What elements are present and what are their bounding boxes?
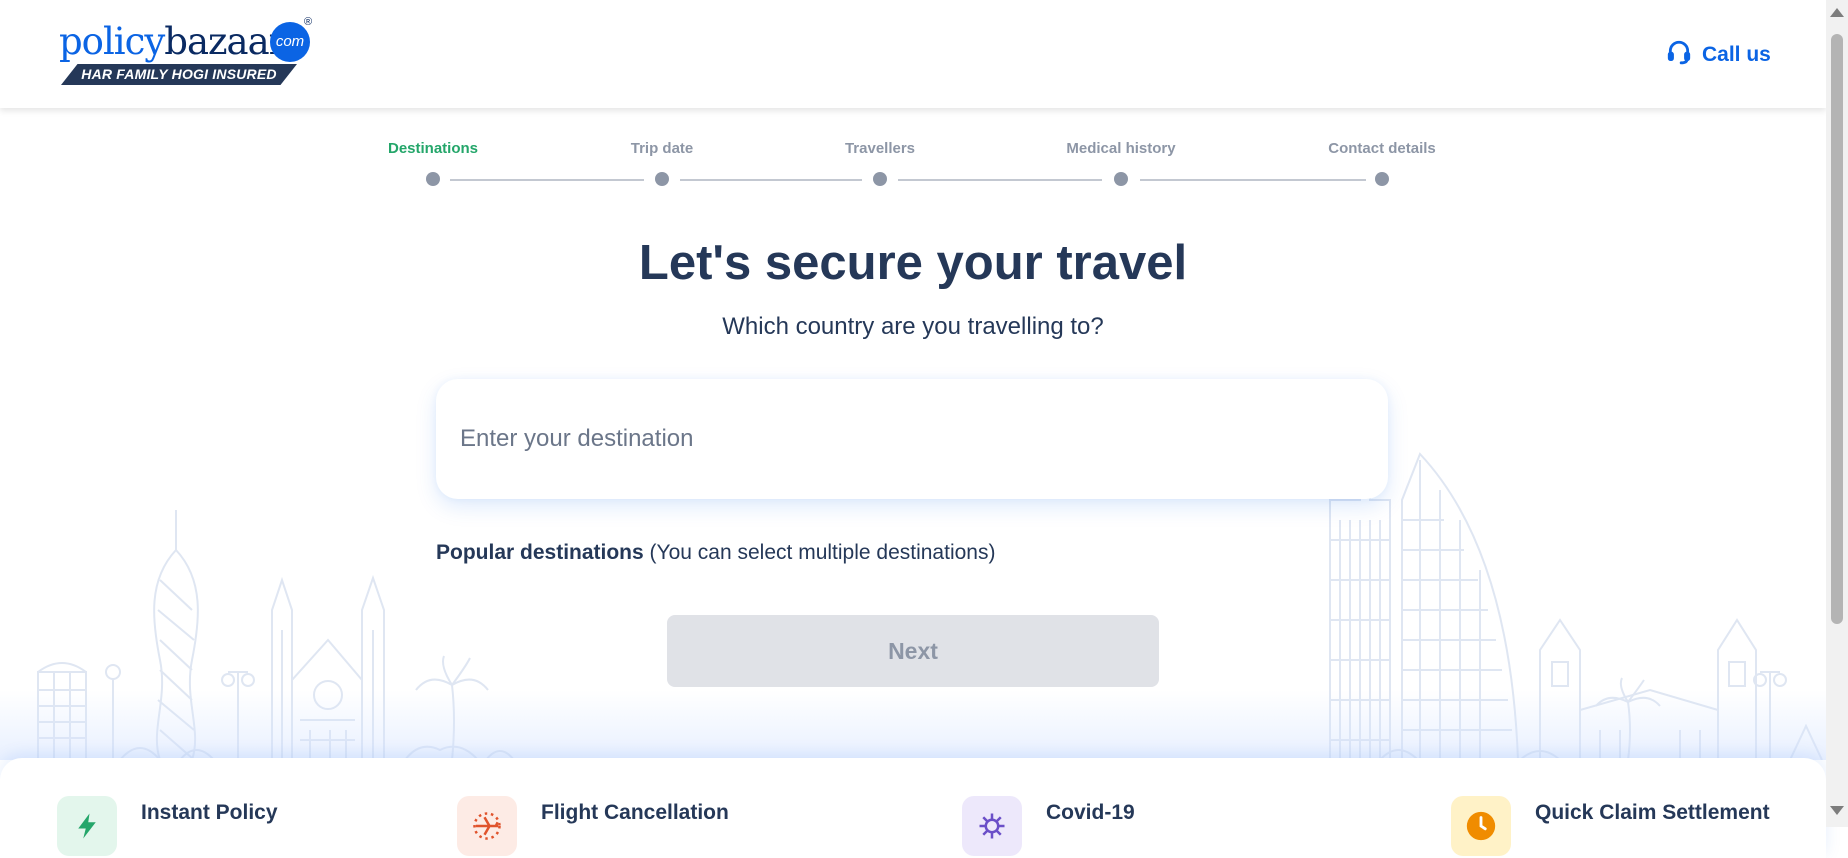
step-contact-details[interactable]: Contact details bbox=[1282, 140, 1482, 186]
step-destinations[interactable]: Destinations bbox=[333, 140, 533, 186]
logo-dotcom-badge: com bbox=[270, 22, 310, 62]
feature-title: Quick Claim Settlement bbox=[1535, 801, 1770, 824]
feature-title: Flight Cancellation bbox=[541, 801, 729, 824]
headset-icon bbox=[1666, 39, 1692, 71]
step-dot bbox=[426, 172, 440, 186]
destination-input[interactable] bbox=[460, 409, 1360, 469]
page-scrollbar[interactable] bbox=[1826, 0, 1848, 827]
feature-title: Covid-19 bbox=[1046, 801, 1135, 824]
step-dot bbox=[1114, 172, 1128, 186]
step-dot bbox=[1375, 172, 1389, 186]
logo-wordmark-part1: policy bbox=[59, 20, 165, 63]
lightning-icon bbox=[57, 796, 117, 856]
stepper-connector bbox=[898, 179, 1102, 181]
scrollbar-thumb[interactable] bbox=[1831, 34, 1843, 624]
logo-wordmark-part2: bazaar bbox=[164, 20, 286, 63]
popular-destinations-note: (You can select multiple destinations) bbox=[649, 541, 996, 564]
logo-wordmark: policybazaar bbox=[59, 20, 286, 63]
step-label: Travellers bbox=[844, 140, 916, 157]
policybazaar-logo[interactable]: policybazaar com ® HAR FAMILY HOGI INSUR… bbox=[59, 16, 319, 90]
scroll-down-arrow-icon[interactable] bbox=[1830, 806, 1844, 815]
stepper-connector bbox=[680, 179, 862, 181]
logo-registered-mark: ® bbox=[304, 16, 313, 28]
destination-field-container[interactable] bbox=[436, 379, 1388, 499]
features-strip: Instant Policy Flight Cancellation Covid… bbox=[0, 758, 1826, 858]
feature-instant-policy: Instant Policy bbox=[57, 796, 278, 856]
virus-icon bbox=[962, 796, 1022, 856]
feature-flight-cancellation: Flight Cancellation bbox=[457, 796, 729, 856]
next-button[interactable]: Next bbox=[667, 615, 1159, 687]
step-dot bbox=[655, 172, 669, 186]
step-trip-date[interactable]: Trip date bbox=[562, 140, 762, 186]
step-medical-history[interactable]: Medical history bbox=[1021, 140, 1221, 186]
feature-quick-claim: Quick Claim Settlement bbox=[1451, 796, 1770, 856]
feature-title: Instant Policy bbox=[141, 801, 278, 824]
airplane-icon bbox=[457, 796, 517, 856]
stepper-connector bbox=[450, 179, 644, 181]
step-label: Destinations bbox=[387, 140, 478, 157]
call-us-button[interactable]: Call us bbox=[1666, 38, 1771, 72]
feature-covid-19: Covid-19 bbox=[962, 796, 1135, 856]
page-subtitle: Which country are you travelling to? bbox=[722, 313, 1104, 340]
popular-destinations-label: Popular destinations bbox=[436, 541, 644, 564]
call-us-label: Call us bbox=[1702, 43, 1771, 66]
page-title: Let's secure your travel bbox=[638, 236, 1188, 290]
popular-destinations-heading: Popular destinations (You can select mul… bbox=[436, 541, 995, 565]
step-label: Contact details bbox=[1328, 140, 1436, 157]
step-label: Trip date bbox=[630, 140, 694, 157]
site-header: policybazaar com ® HAR FAMILY HOGI INSUR… bbox=[0, 0, 1826, 108]
skyline-glow bbox=[0, 690, 1826, 760]
scroll-up-arrow-icon[interactable] bbox=[1830, 8, 1844, 17]
step-dot bbox=[873, 172, 887, 186]
step-travellers[interactable]: Travellers bbox=[780, 140, 980, 186]
progress-stepper: Destinations Trip date Travellers Medica… bbox=[0, 140, 1826, 190]
stepper-connector bbox=[1140, 179, 1366, 181]
step-label: Medical history bbox=[1066, 140, 1176, 157]
logo-tagline: HAR FAMILY HOGI INSURED bbox=[61, 64, 297, 85]
clock-icon bbox=[1451, 796, 1511, 856]
